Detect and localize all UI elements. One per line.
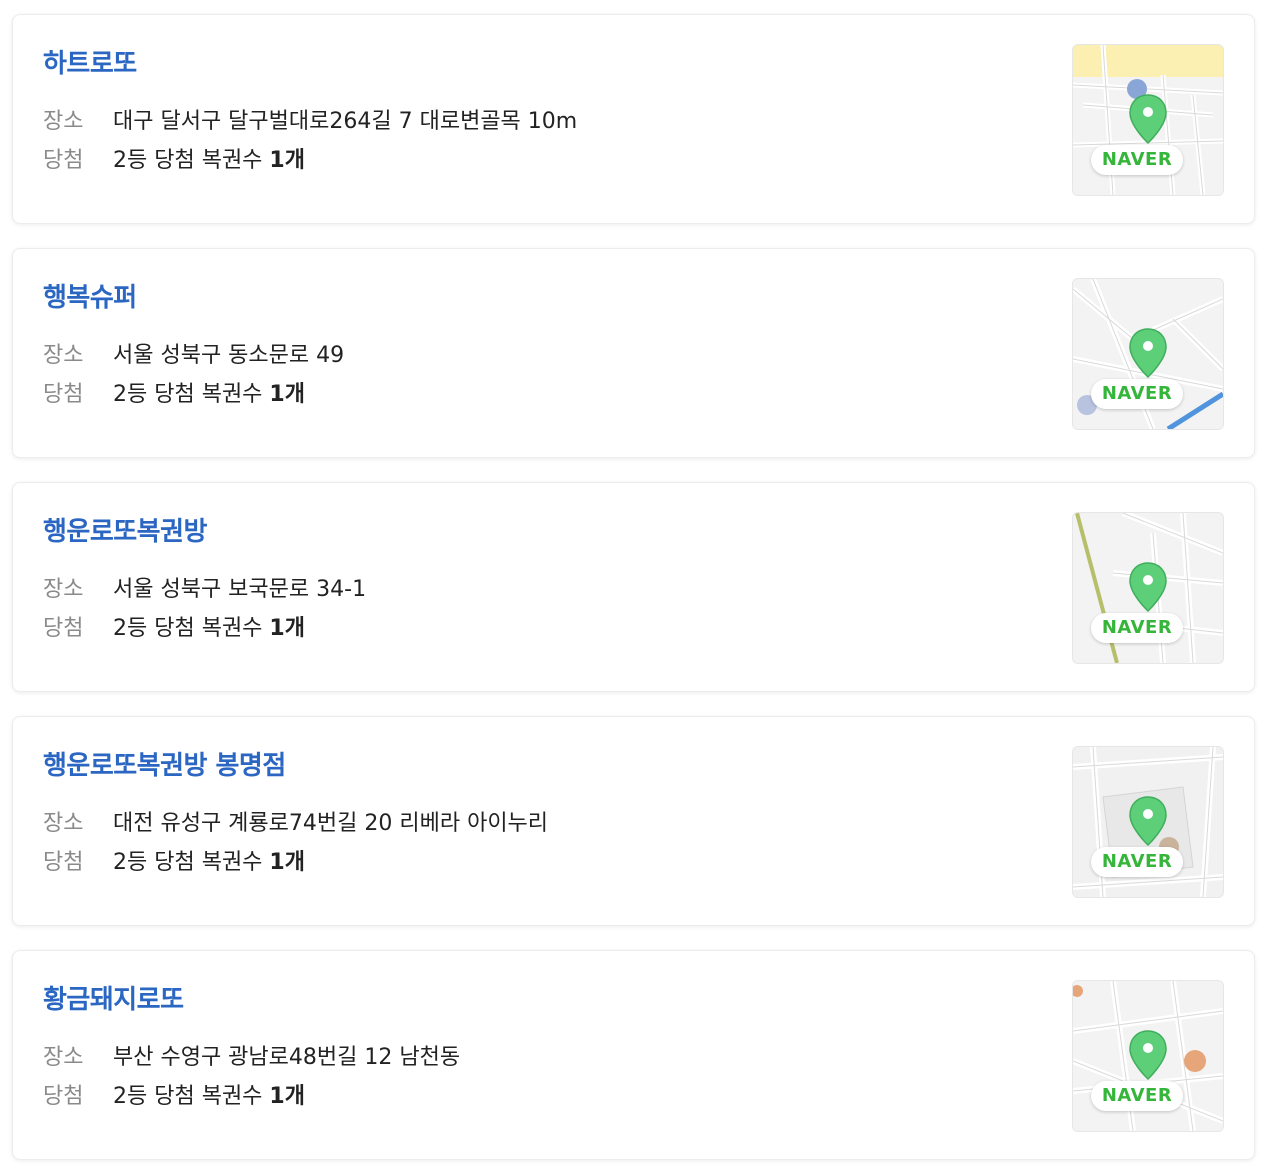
naver-badge: NAVER [1091, 613, 1183, 643]
address-label: 장소 [43, 343, 84, 368]
address-label: 장소 [43, 1045, 84, 1070]
store-name-link[interactable]: 행복슈퍼 [43, 277, 137, 314]
address-row: 장소 서울 성북구 보국문로 34-1 [43, 571, 366, 603]
address-label: 장소 [43, 577, 84, 602]
location-pin-icon [1129, 94, 1167, 145]
store-name-link[interactable]: 행운로또복권방 봉명점 [43, 745, 286, 782]
win-value: 2등 당첨 복권수 [113, 616, 270, 641]
naver-badge: NAVER [1091, 379, 1183, 409]
win-label: 당첨 [43, 850, 84, 875]
win-value: 2등 당첨 복권수 [113, 1084, 270, 1109]
win-label: 당첨 [43, 382, 84, 407]
address-value: 대전 유성구 계룡로74번길 20 리베라 아이누리 [113, 811, 549, 836]
address-row: 장소 부산 수영구 광남로48번길 12 남천동 [43, 1039, 460, 1071]
win-row: 당첨 2등 당첨 복권수 1개 [43, 142, 305, 174]
location-pin-icon [1129, 562, 1167, 613]
store-card: 황금돼지로또 장소 부산 수영구 광남로48번길 12 남천동 당첨 2등 당첨 복… [12, 950, 1255, 1160]
naver-badge: NAVER [1091, 847, 1183, 877]
address-value: 서울 성북구 보국문로 34-1 [113, 577, 367, 602]
address-label: 장소 [43, 811, 84, 836]
store-card: 하트로또 장소 대구 달서구 달구벌대로264길 7 대로변골목 10m 당첨 2등… [12, 14, 1255, 224]
store-name-link[interactable]: 행운로또복권방 [43, 511, 207, 548]
map-thumbnail[interactable]: NAVER [1072, 278, 1224, 430]
win-row: 당첨 2등 당첨 복권수 1개 [43, 844, 305, 876]
win-label: 당첨 [43, 616, 84, 641]
win-count: 1개 [269, 382, 305, 407]
store-name-link[interactable]: 황금돼지로또 [43, 979, 184, 1016]
address-row: 장소 대구 달서구 달구벌대로264길 7 대로변골목 10m [43, 103, 577, 135]
map-thumbnail[interactable]: NAVER [1072, 746, 1224, 898]
win-count: 1개 [269, 850, 305, 875]
store-name-link[interactable]: 하트로또 [43, 43, 137, 80]
win-value: 2등 당첨 복권수 [113, 148, 270, 173]
address-row: 장소 대전 유성구 계룡로74번길 20 리베라 아이누리 [43, 805, 548, 837]
store-card: 행운로또복권방 봉명점 장소 대전 유성구 계룡로74번길 20 리베라 아이누리… [12, 716, 1255, 926]
win-row: 당첨 2등 당첨 복권수 1개 [43, 376, 305, 408]
win-row: 당첨 2등 당첨 복권수 1개 [43, 1078, 305, 1110]
store-list: 하트로또 장소 대구 달서구 달구벌대로264길 7 대로변골목 10m 당첨 2등… [0, 0, 1274, 1176]
store-card: 행복슈퍼 장소 서울 성북구 동소문로 49 당첨 2등 당첨 복권수 1개 NAV… [12, 248, 1255, 458]
address-label: 장소 [43, 109, 84, 134]
win-count: 1개 [269, 616, 305, 641]
location-pin-icon [1129, 796, 1167, 847]
naver-badge: NAVER [1091, 1081, 1183, 1111]
naver-badge: NAVER [1091, 145, 1183, 175]
win-value: 2등 당첨 복권수 [113, 382, 270, 407]
address-value: 대구 달서구 달구벌대로264길 7 대로변골목 10m [113, 109, 578, 134]
win-count: 1개 [269, 148, 305, 173]
address-row: 장소 서울 성북구 동소문로 49 [43, 337, 344, 369]
win-value: 2등 당첨 복권수 [113, 850, 270, 875]
map-thumbnail[interactable]: NAVER [1072, 980, 1224, 1132]
location-pin-icon [1129, 1030, 1167, 1081]
win-count: 1개 [269, 1084, 305, 1109]
map-thumbnail[interactable]: NAVER [1072, 44, 1224, 196]
map-thumbnail[interactable]: NAVER [1072, 512, 1224, 664]
win-label: 당첨 [43, 148, 84, 173]
win-row: 당첨 2등 당첨 복권수 1개 [43, 610, 305, 642]
location-pin-icon [1129, 328, 1167, 379]
address-value: 서울 성북구 동소문로 49 [113, 343, 345, 368]
win-label: 당첨 [43, 1084, 84, 1109]
address-value: 부산 수영구 광남로48번길 12 남천동 [113, 1045, 461, 1070]
store-card: 행운로또복권방 장소 서울 성북구 보국문로 34-1 당첨 2등 당첨 복권수 1… [12, 482, 1255, 692]
